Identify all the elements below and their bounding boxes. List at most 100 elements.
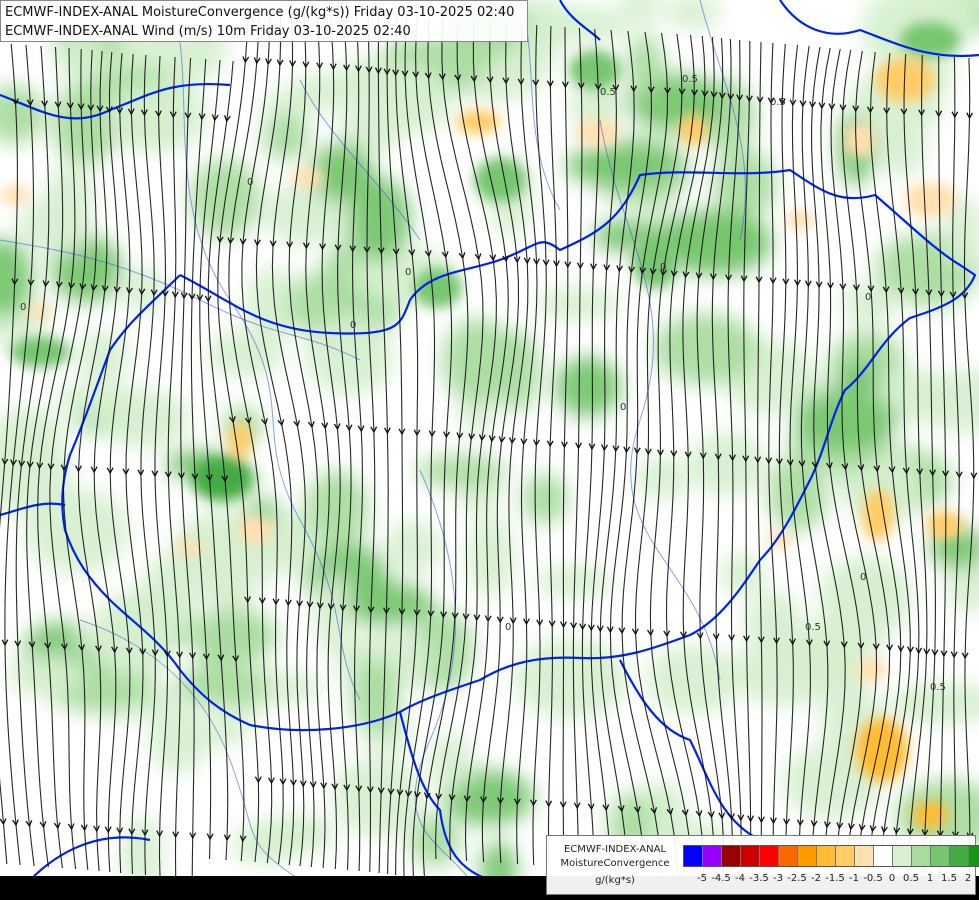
legend-swatch: [836, 846, 855, 866]
convergence-blob: [369, 67, 452, 135]
legend-swatch: [760, 846, 779, 866]
legend-swatch: [969, 846, 979, 866]
legend-tick-label: -3.5: [749, 873, 769, 884]
legend-tick-label: 0.5: [903, 873, 919, 884]
convergence-blob: [634, 457, 690, 500]
contour-label: 0: [247, 177, 253, 188]
streamline: [963, 57, 975, 879]
divergence-patch: [786, 210, 814, 230]
legend-swatch: [912, 846, 931, 866]
legend-tick-row: -5 -4.5 -4 -3.5 -3 -2.5 -2 -1.5 -1 -0.5 0 0.5 1 1.5 2: [683, 873, 973, 887]
divergence-patch: [237, 516, 273, 544]
legend-variable: MoistureConvergence: [560, 858, 670, 869]
legend-swatch: [779, 846, 798, 866]
contour-label: 0.5: [682, 74, 698, 85]
legend-tick-label: -2: [811, 873, 821, 884]
convergence-blob: [545, 6, 631, 43]
streamline: [516, 23, 538, 865]
convergence-blob: [795, 389, 897, 452]
contour-label: 0.5: [805, 622, 821, 633]
divergence-patch: [912, 801, 948, 829]
streamline: [532, 24, 547, 866]
contour-label: 0: [405, 267, 411, 278]
legend-tick-label: -4: [735, 873, 745, 884]
legend-tick-label: -1.5: [825, 873, 845, 884]
convergence-blob: [688, 431, 767, 497]
convergence-blob: [652, 313, 759, 385]
legend-tick-label: -1: [849, 873, 859, 884]
contour-label: 0: [505, 622, 511, 633]
convergence-blob: [332, 757, 424, 838]
convergence-blob: [416, 454, 507, 489]
contour-label: 0: [20, 302, 26, 313]
moisture-convergence-field: [0, 0, 979, 900]
convergence-blob: [664, 0, 721, 30]
legend-swatch: [817, 846, 836, 866]
convergence-hotspot: [10, 336, 70, 368]
streamline: [952, 56, 960, 878]
legend-tick-label: -5: [697, 873, 707, 884]
legend-tick-label: 0: [888, 873, 896, 884]
contour-label: 0: [860, 572, 866, 583]
title-wind: ECMWF-INDEX-ANAL Wind (m/s) 10m Friday 0…: [5, 24, 411, 39]
map-title-box: ECMWF-INDEX-ANAL MoistureConvergence (g/…: [0, 0, 528, 42]
map-canvas: 0 0 0 0 0 0 0 0 0 0.5 0.5 0.5 0.5 0.5: [0, 0, 979, 900]
convergence-blob: [409, 814, 461, 868]
legend-swatch: [950, 846, 969, 866]
convergence-blob: [75, 330, 130, 382]
convergence-blob: [385, 520, 442, 576]
divergence-patch: [904, 182, 956, 218]
contour-label: 0: [660, 262, 666, 273]
convergence-blob: [466, 515, 515, 598]
streamline: [778, 43, 794, 865]
divergence-patch: [1, 185, 29, 205]
legend-color-bar: [683, 845, 979, 867]
streamline: [403, 15, 436, 877]
contour-label: 0.5: [600, 87, 616, 98]
legend-units: g/(kg*s): [595, 875, 635, 886]
legend-swatch: [722, 846, 741, 866]
divergence-patch: [228, 422, 252, 458]
convergence-blob: [735, 637, 835, 707]
title-moisture-convergence: ECMWF-INDEX-ANAL MoistureConvergence (g/…: [5, 5, 515, 20]
legend-swatch: [855, 846, 874, 866]
legend-tick-label: -4.5: [711, 873, 731, 884]
legend-tick-label: 1.5: [941, 873, 957, 884]
legend-swatch: [893, 846, 912, 866]
divergence-patch: [927, 511, 963, 539]
convergence-blob: [534, 287, 622, 321]
legend-swatch: [741, 846, 760, 866]
convergence-blob: [0, 85, 46, 144]
contour-label: 0: [865, 292, 871, 303]
legend-tick-label: -3: [773, 873, 783, 884]
legend-swatch: [684, 846, 703, 866]
color-legend: ECMWF-INDEX-ANAL MoistureConvergence g/(…: [546, 835, 979, 895]
streamline: [93, 51, 119, 873]
contour-label: 0.5: [930, 682, 946, 693]
divergence-patch: [862, 489, 894, 541]
convergence-blob: [441, 318, 516, 404]
convergence-hotspot: [474, 158, 526, 202]
legend-tick-label: -0.5: [863, 873, 883, 884]
contour-label: 0.5: [770, 97, 786, 108]
legend-swatch: [798, 846, 817, 866]
legend-model: ECMWF-INDEX-ANAL: [563, 844, 667, 855]
legend-swatch: [703, 846, 722, 866]
legend-tick-label: 2: [964, 873, 972, 884]
legend-swatch: [931, 846, 950, 866]
legend-tick-label: 1: [926, 873, 934, 884]
field-blobs: [0, 0, 979, 900]
legend-tick-label: -2.5: [787, 873, 807, 884]
weather-map: 0 0 0 0 0 0 0 0 0 0.5 0.5 0.5 0.5 0.5 ECMWF-INDEX-ANA…: [0, 0, 979, 900]
convergence-blob: [554, 356, 621, 417]
convergence-blob: [25, 488, 129, 574]
contour-label: 0: [350, 320, 356, 331]
streamline: [125, 53, 144, 875]
convergence-blob: [428, 732, 474, 791]
convergence-blob: [101, 390, 190, 449]
divergence-patch: [854, 658, 886, 682]
convergence-blob: [521, 473, 568, 525]
legend-swatch: [874, 846, 893, 866]
convergence-blob: [45, 165, 94, 225]
contour-label: 0: [620, 402, 626, 413]
